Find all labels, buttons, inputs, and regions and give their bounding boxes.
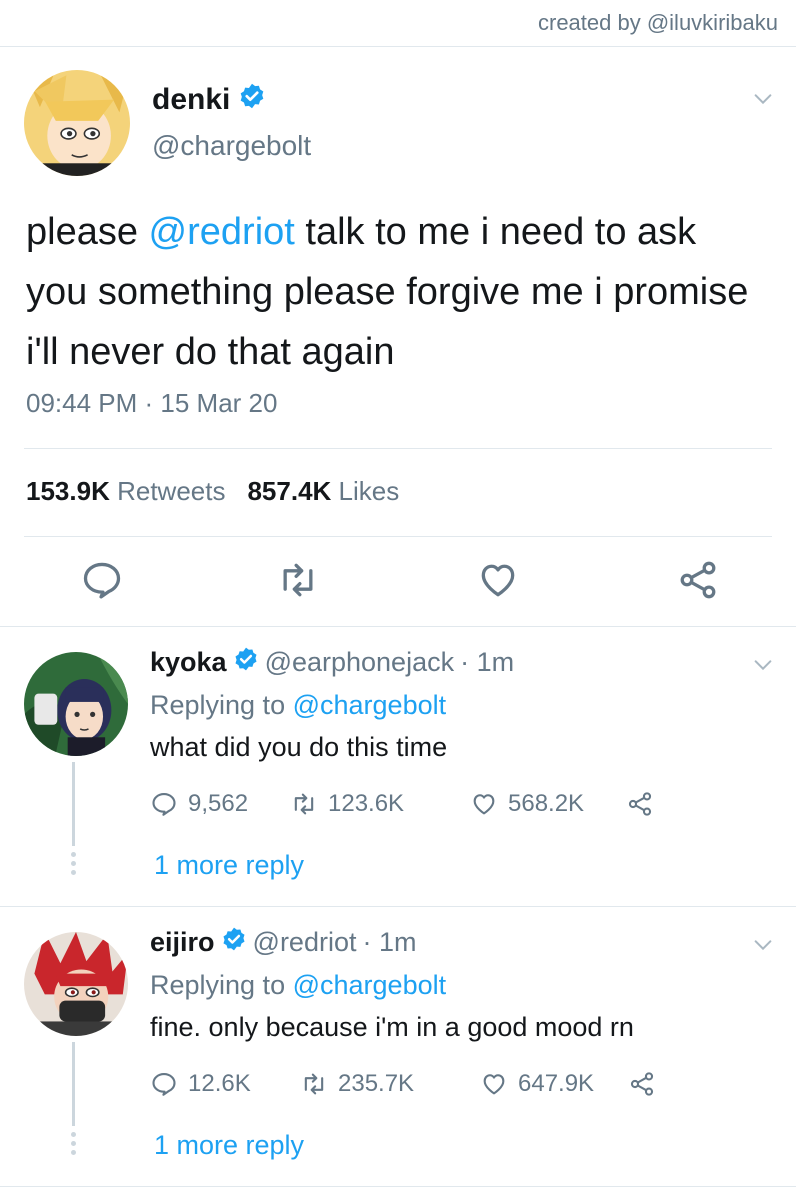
credit-line: created by @iluvkiribaku xyxy=(538,10,778,35)
share-icon xyxy=(628,792,652,816)
avatar-kyoka[interactable] xyxy=(24,652,128,756)
main-author[interactable]: denki xyxy=(152,82,266,118)
replying-mention[interactable]: @chargebolt xyxy=(293,970,447,1000)
reply-header: kyoka @earphonejack · 1m xyxy=(150,646,514,679)
reply-actions: 9,562 123.6K 568.2K xyxy=(150,790,654,818)
share-icon[interactable] xyxy=(676,558,720,602)
thread-line xyxy=(72,1042,75,1126)
chevron-down-icon[interactable] xyxy=(752,934,774,956)
chevron-down-icon[interactable] xyxy=(752,654,774,676)
reply-actions: 12.6K 235.7K 647.9K xyxy=(150,1070,656,1098)
replying-label: Replying to xyxy=(150,970,286,1000)
retweet-action[interactable]: 123.6K xyxy=(290,790,470,818)
retweets-label: Retweets xyxy=(117,476,226,506)
retweet-icon[interactable] xyxy=(276,558,320,602)
thread-dots xyxy=(70,852,77,879)
author-name[interactable]: kyoka xyxy=(150,647,227,678)
divider xyxy=(0,626,796,627)
retweet-icon xyxy=(304,1073,324,1095)
author-name[interactable]: eijiro xyxy=(150,927,215,958)
thread-dots xyxy=(70,1132,77,1159)
like-count: 647.9K xyxy=(518,1070,595,1097)
reply-header: eijiro @redriot · 1m xyxy=(150,926,416,959)
divider xyxy=(24,536,772,537)
tweet-text: please @redriot talk to me i need to ask… xyxy=(26,202,766,382)
likes-stat[interactable]: 857.4K Likes xyxy=(247,476,399,507)
share-action[interactable] xyxy=(628,1070,656,1098)
reply-icon xyxy=(152,1073,176,1096)
reply-icon xyxy=(152,793,176,816)
share-action[interactable] xyxy=(626,790,654,818)
reply-age: · 1m xyxy=(460,647,515,677)
tweet-text-start: please xyxy=(26,211,149,253)
replying-mention[interactable]: @chargebolt xyxy=(293,690,447,720)
reply-count: 12.6K xyxy=(188,1070,251,1097)
retweet-count: 123.6K xyxy=(328,790,405,817)
like-icon[interactable] xyxy=(476,558,520,602)
likes-label: Likes xyxy=(338,476,400,506)
author-name[interactable]: denki xyxy=(152,83,230,117)
reply-text: fine. only because i'm in a good mood rn xyxy=(150,1012,634,1042)
divider xyxy=(0,1186,796,1187)
retweet-count: 235.7K xyxy=(338,1070,415,1097)
verified-badge-icon xyxy=(238,82,266,118)
retweet-icon xyxy=(294,793,314,815)
tweet-timestamp[interactable]: 09:44 PM · 15 Mar 20 xyxy=(26,388,277,419)
share-icon xyxy=(630,1072,654,1096)
reply-action[interactable]: 9,562 xyxy=(150,790,290,818)
chevron-down-icon[interactable] xyxy=(752,88,774,110)
mention-link[interactable]: @redriot xyxy=(149,211,295,253)
top-divider xyxy=(0,46,796,47)
like-icon xyxy=(483,1074,505,1095)
more-replies-link[interactable]: 1 more reply xyxy=(154,850,304,881)
more-replies-link[interactable]: 1 more reply xyxy=(154,1130,304,1161)
likes-count: 857.4K xyxy=(247,476,332,506)
reply-icon[interactable] xyxy=(80,558,124,602)
reply-text: what did you do this time xyxy=(150,732,448,762)
reply-count: 9,562 xyxy=(188,790,249,817)
author-handle[interactable]: @earphonejack xyxy=(265,647,455,678)
thread-line xyxy=(72,762,75,846)
verified-badge-icon xyxy=(221,926,247,959)
replying-label: Replying to xyxy=(150,690,286,720)
like-action[interactable]: 647.9K xyxy=(480,1070,628,1098)
like-count: 568.2K xyxy=(508,790,585,817)
replying-to: Replying to @chargebolt xyxy=(150,690,446,721)
reply-age: · 1m xyxy=(362,927,417,957)
avatar-eijiro[interactable] xyxy=(24,932,128,1036)
retweet-action[interactable]: 235.7K xyxy=(300,1070,480,1098)
author-handle[interactable]: @chargebolt xyxy=(152,130,311,162)
tweet-stats: 153.9K Retweets 857.4K Likes xyxy=(26,476,399,507)
divider xyxy=(0,906,796,907)
retweets-stat[interactable]: 153.9K Retweets xyxy=(26,476,225,507)
replying-to: Replying to @chargebolt xyxy=(150,970,446,1001)
retweets-count: 153.9K xyxy=(26,476,110,506)
divider xyxy=(24,448,772,449)
author-handle[interactable]: @redriot xyxy=(253,927,357,958)
avatar-denki[interactable] xyxy=(24,70,130,176)
verified-badge-icon xyxy=(233,646,259,679)
reply-action[interactable]: 12.6K xyxy=(150,1070,300,1098)
like-action[interactable]: 568.2K xyxy=(470,790,626,818)
like-icon xyxy=(473,794,495,815)
